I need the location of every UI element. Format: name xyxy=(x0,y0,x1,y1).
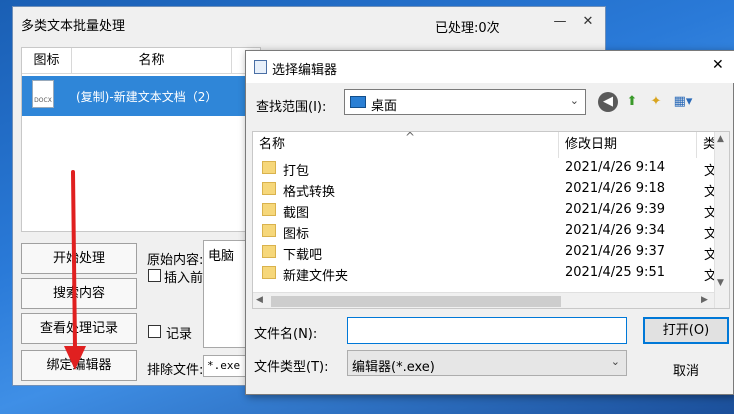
new-folder-icon[interactable]: ✦ xyxy=(646,92,666,112)
file-type-label: 文件类型(T): xyxy=(254,360,329,375)
scroll-left-icon[interactable]: ◀ xyxy=(256,295,263,305)
view-menu-icon[interactable]: ▦▾ xyxy=(670,92,696,112)
col-date-header[interactable]: 修改日期 xyxy=(559,132,697,158)
item-date: 2021/4/26 9:39 xyxy=(565,202,665,217)
open-button[interactable]: 打开(O) xyxy=(643,317,729,344)
up-folder-icon[interactable]: ⬆ xyxy=(622,92,642,112)
col-name-header[interactable]: 名称 xyxy=(72,48,232,74)
scroll-up-icon[interactable]: ▲ xyxy=(717,134,724,144)
item-date: 2021/4/25 9:51 xyxy=(565,265,665,280)
look-in-label: 查找范围(I): xyxy=(256,100,327,115)
desktop-icon xyxy=(350,96,366,108)
back-icon[interactable]: ◀ xyxy=(598,92,618,112)
file-table: 图标 名称 类 DOCX (复制)-新建文本文档（2） 文 xyxy=(21,47,261,232)
item-date: 2021/4/26 9:14 xyxy=(565,160,665,175)
item-date: 2021/4/26 9:34 xyxy=(565,223,665,238)
col-icon-header[interactable]: 图标 xyxy=(22,48,72,74)
scroll-right-icon[interactable]: ▶ xyxy=(701,295,708,305)
chevron-down-icon: ⌄ xyxy=(569,94,579,107)
file-type-value: 编辑器(*.exe) xyxy=(352,360,435,375)
record-label: 记录 xyxy=(166,327,193,342)
folder-icon xyxy=(262,182,276,195)
exclude-files-value: *.exe xyxy=(207,359,241,372)
item-name: 打包 xyxy=(283,164,310,179)
list-item[interactable]: 下载吧 2021/4/26 9:37 文件 xyxy=(253,242,729,263)
exclude-files-label: 排除文件: xyxy=(147,363,204,378)
item-date: 2021/4/26 9:18 xyxy=(565,181,665,196)
processed-count: 已处理:0次 xyxy=(435,21,500,36)
close-button[interactable]: ✕ xyxy=(575,10,601,32)
file-name-label: 文件名(N): xyxy=(254,327,318,342)
select-editor-dialog: 选择编辑器 ✕ 查找范围(I): 桌面 ⌄ ◀ ⬆ ✦ ▦▾ 名称 ^ 修改日期… xyxy=(245,50,734,395)
item-date: 2021/4/26 9:37 xyxy=(565,244,665,259)
window-title: 多类文本批量处理 xyxy=(21,19,126,34)
item-name: 图标 xyxy=(283,227,310,242)
original-content-value: 电脑 xyxy=(208,249,235,264)
item-name: 下载吧 xyxy=(283,248,323,263)
scroll-thumb[interactable] xyxy=(271,296,561,307)
folder-icon xyxy=(262,245,276,258)
docx-file-icon: DOCX xyxy=(32,80,54,108)
list-item[interactable]: 截图 2021/4/26 9:39 文件 xyxy=(253,200,729,221)
insert-before-label: 插入前 xyxy=(164,271,204,286)
list-item[interactable]: 图标 2021/4/26 9:34 文件 xyxy=(253,221,729,242)
document-icon xyxy=(254,60,267,74)
file-list: 名称 ^ 修改日期 类型 打包 2021/4/26 9:14 文件 格式转换 2… xyxy=(252,131,730,309)
dialog-title: 选择编辑器 xyxy=(272,63,338,78)
look-in-value: 桌面 xyxy=(371,99,398,114)
scroll-down-icon[interactable]: ▼ xyxy=(717,278,724,288)
folder-icon xyxy=(262,203,276,216)
file-name-input[interactable] xyxy=(347,317,627,344)
file-type-select[interactable]: 编辑器(*.exe) ⌄ xyxy=(347,350,627,376)
dialog-titlebar: 选择编辑器 ✕ xyxy=(246,51,734,83)
insert-before-checkbox[interactable] xyxy=(148,269,161,282)
cancel-button[interactable]: 取消 xyxy=(643,358,729,385)
sort-chevron-icon: ^ xyxy=(405,131,416,144)
vertical-scrollbar[interactable]: ▲ ▼ xyxy=(714,132,729,308)
file-name: (复制)-新建文本文档（2） xyxy=(76,90,218,104)
table-row[interactable]: DOCX (复制)-新建文本文档（2） 文 xyxy=(22,76,260,116)
list-item[interactable]: 格式转换 2021/4/26 9:18 文件 xyxy=(253,179,729,200)
folder-icon xyxy=(262,224,276,237)
original-content-label: 原始内容: xyxy=(147,253,204,268)
record-checkbox[interactable] xyxy=(148,325,161,338)
look-in-dropdown[interactable]: 桌面 ⌄ xyxy=(344,89,586,115)
chevron-down-icon: ⌄ xyxy=(610,355,620,368)
list-item[interactable]: 新建文件夹 2021/4/25 9:51 文件 xyxy=(253,263,729,284)
annotation-arrow xyxy=(64,170,86,370)
list-item[interactable]: 打包 2021/4/26 9:14 文件 xyxy=(253,158,729,179)
item-name: 截图 xyxy=(283,206,310,221)
folder-icon xyxy=(262,266,276,279)
dialog-close-icon[interactable]: ✕ xyxy=(712,57,724,73)
minimize-button[interactable]: — xyxy=(547,10,573,32)
horizontal-scrollbar[interactable]: ◀ ▶ xyxy=(253,292,714,308)
item-name: 新建文件夹 xyxy=(283,269,349,284)
folder-icon xyxy=(262,161,276,174)
item-name: 格式转换 xyxy=(283,185,336,200)
